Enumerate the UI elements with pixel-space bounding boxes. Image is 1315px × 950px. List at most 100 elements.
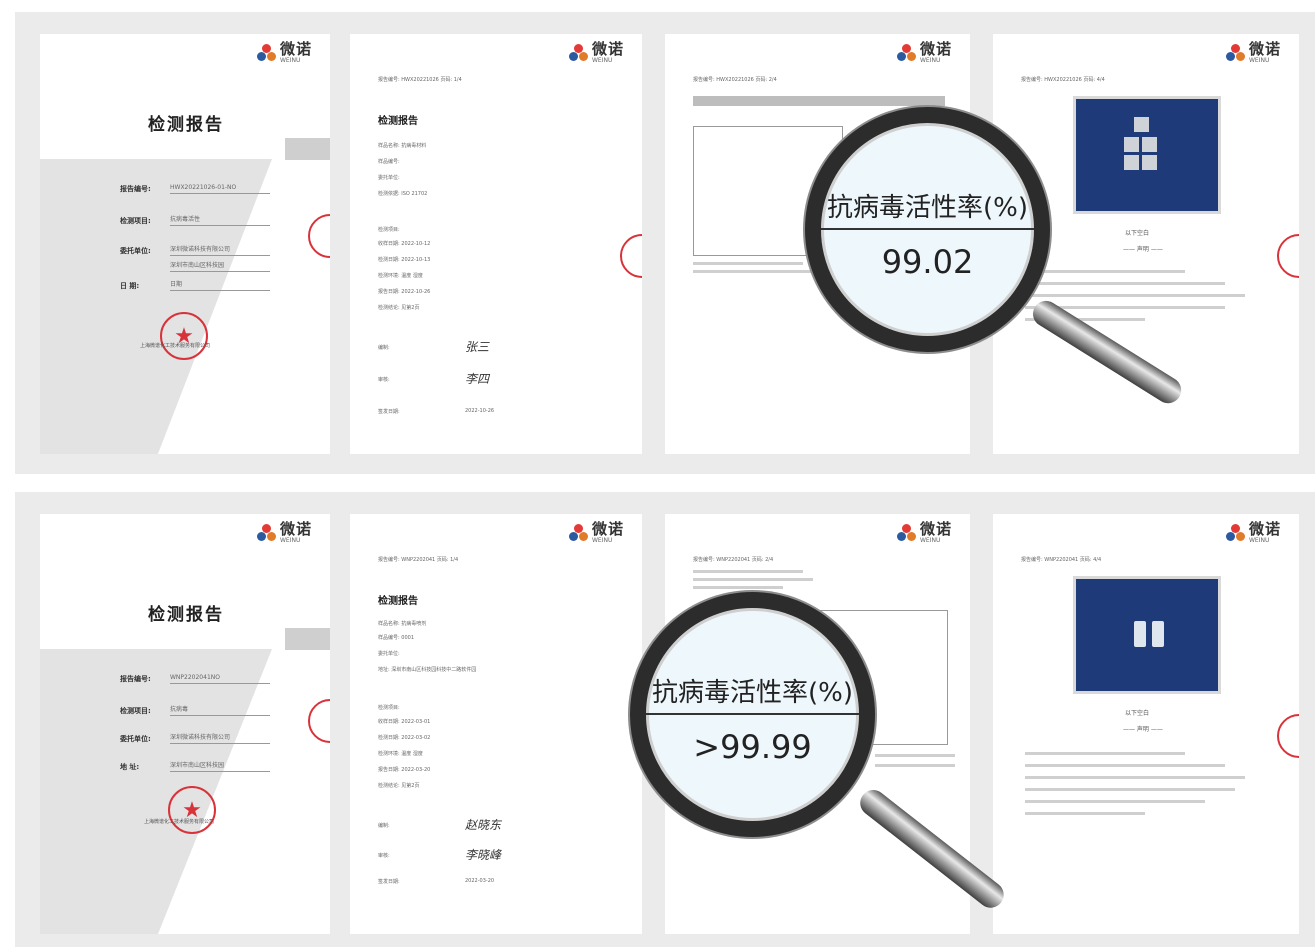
photo-caption: 以下空白 — [1125, 710, 1150, 717]
page-header: 报告编号: HWX20221026 页码: 1/4 — [378, 77, 462, 83]
cover-field: 检测项目: 抗病毒活性 — [120, 214, 270, 226]
text-line: 检测项目: — [378, 227, 400, 233]
brand-name-en: WEINU — [279, 57, 301, 64]
page-header: 报告编号: HWX20221026 页码: 2/4 — [693, 77, 777, 83]
text-line-bar — [1025, 752, 1185, 755]
report-row-2: 微诺 WEINU 检测报告 报告编号: WNP2202041NO 检测项目: 抗病毒 … — [15, 492, 1315, 947]
text-line: 报告日期: 2022-03-20 — [378, 767, 431, 773]
text-line: 检测结论: 见第2页 — [378, 305, 420, 311]
text-line: 收样日期: 2022-03-01 — [378, 719, 431, 725]
field-value: 深圳市南山区科技园 — [170, 260, 270, 272]
brand-logo: 微诺 WEINU — [256, 42, 312, 64]
logo-mark-icon — [256, 44, 277, 62]
text-line: 检测环境: 温度 湿度 — [378, 751, 423, 757]
sign-key: 签发日期: — [378, 879, 400, 885]
brand-name-en: WEINU — [919, 57, 941, 64]
text-line: 检测结论: 见第2页 — [378, 783, 420, 789]
field-key: 委托单位: — [120, 247, 151, 255]
signature: 赵晓东 — [465, 818, 502, 832]
cover-title: 检测报告 — [148, 605, 224, 625]
brand-name-en: WEINU — [1248, 57, 1270, 64]
brand-name-en: WEINU — [919, 537, 941, 544]
brand-name-cn: 微诺 — [1248, 520, 1281, 538]
cover-tab — [285, 628, 330, 650]
cover-field: 报告编号: WNP2202041NO — [120, 674, 270, 684]
text-line-bar — [875, 754, 955, 757]
field-key: 报告编号: — [120, 185, 151, 193]
brand-logo: 微诺 WEINU — [568, 40, 624, 64]
text-line-bar — [1025, 776, 1245, 779]
text-line-bar — [1025, 764, 1225, 767]
field-key: 报告编号: — [120, 675, 151, 683]
text-line: 检测日期: 2022-10-13 — [378, 257, 431, 263]
logo-mark-icon — [256, 524, 277, 542]
text-line: 样品编号: 0001 — [378, 635, 414, 641]
magnified-value: >99.99 — [693, 728, 812, 766]
cover-field: 委托单位: 深圳微诺科技有限公司 — [120, 244, 270, 256]
lens-divider — [646, 713, 859, 715]
sign-date: 2022-10-26 — [465, 408, 495, 414]
red-seal-icon: ★ — [160, 312, 208, 360]
brand-name-cn: 微诺 — [591, 520, 624, 538]
text-line: 样品名称: 抗病毒材料 — [378, 143, 427, 149]
text-line-bar — [1025, 294, 1245, 297]
signature: 李四 — [465, 372, 490, 386]
field-value: 深圳市南山区科技园 — [170, 760, 270, 772]
text-line: 收样日期: 2022-10-12 — [378, 241, 431, 247]
sample-photo — [1073, 576, 1221, 694]
edge-seal-icon — [620, 234, 642, 278]
logo-mark-icon — [896, 524, 917, 542]
cover-tab — [285, 138, 330, 160]
edge-seal-icon — [1277, 234, 1299, 278]
logo-mark-icon — [568, 44, 589, 62]
field-value: 抗病毒活性 — [170, 214, 270, 226]
sign-key: 签发日期: — [378, 409, 400, 415]
photo-caption: 以下空白 — [1125, 230, 1150, 237]
text-line-bar — [1025, 270, 1185, 273]
statement-title: —— 声明 —— — [1123, 726, 1163, 733]
text-line: 委托单位: — [378, 175, 400, 181]
logo-mark-icon — [568, 524, 589, 542]
brand-logo: 微诺 WEINU — [896, 42, 952, 64]
brand-name-cn: 微诺 — [279, 520, 312, 538]
field-value: 深圳微诺科技有限公司 — [170, 244, 270, 256]
sample-photo — [1073, 96, 1221, 214]
text-line-bar — [693, 578, 813, 581]
magnified-label: 抗病毒活性率(%) — [827, 193, 1028, 223]
seal-caption: 上海微谱化工技术服务有限公司 — [144, 819, 215, 825]
brand-logo: 微诺 WEINU — [1225, 520, 1281, 544]
edge-seal-icon — [1277, 714, 1299, 758]
text-line-bar — [1025, 800, 1205, 803]
brand-name-cn: 微诺 — [591, 40, 624, 58]
field-value: 深圳微诺科技有限公司 — [170, 732, 270, 744]
text-line-bar — [1025, 282, 1225, 285]
cover-field: 地 址: 深圳市南山区科技园 — [120, 760, 270, 772]
sign-key: 审核: — [378, 377, 390, 383]
sign-key: 编制: — [378, 345, 390, 351]
page-header: 报告编号: WNP2202041 页码: 1/4 — [378, 557, 459, 563]
field-key: 日 期: — [120, 282, 140, 290]
text-line: 地址: 深圳市南山区科技园科技中二路软件园 — [378, 667, 477, 673]
text-line: 样品编号: — [378, 159, 400, 165]
brand-logo: 微诺 WEINU — [896, 522, 952, 544]
logo-mark-icon — [896, 44, 917, 62]
brand-name-en: WEINU — [591, 57, 613, 64]
text-line: 检测日期: 2022-03-02 — [378, 735, 431, 741]
text-line-bar — [875, 764, 955, 767]
logo-mark-icon — [1225, 44, 1246, 62]
text-line-bar — [693, 262, 803, 265]
text-line-bar — [693, 270, 823, 273]
page-header: 报告编号: WNP2202041 页码: 2/4 — [693, 557, 774, 563]
red-seal-icon: ★ — [168, 786, 216, 834]
signature: 李晓峰 — [465, 848, 502, 862]
brand-name-en: WEINU — [591, 537, 613, 544]
text-line: 检测环境: 温度 湿度 — [378, 273, 423, 279]
text-line: 委托单位: — [378, 651, 400, 657]
field-key: 委托单位: — [120, 735, 151, 743]
text-line: 样品名称: 抗病毒喷剂 — [378, 621, 427, 627]
cover-title: 检测报告 — [148, 115, 224, 135]
field-value: WNP2202041NO — [170, 674, 270, 684]
logo-mark-icon — [1225, 524, 1246, 542]
report-cover-page: 微诺 WEINU 检测报告 报告编号: HWX20221026-01-NO 检测项目… — [40, 34, 330, 454]
page-title: 检测报告 — [378, 596, 418, 607]
